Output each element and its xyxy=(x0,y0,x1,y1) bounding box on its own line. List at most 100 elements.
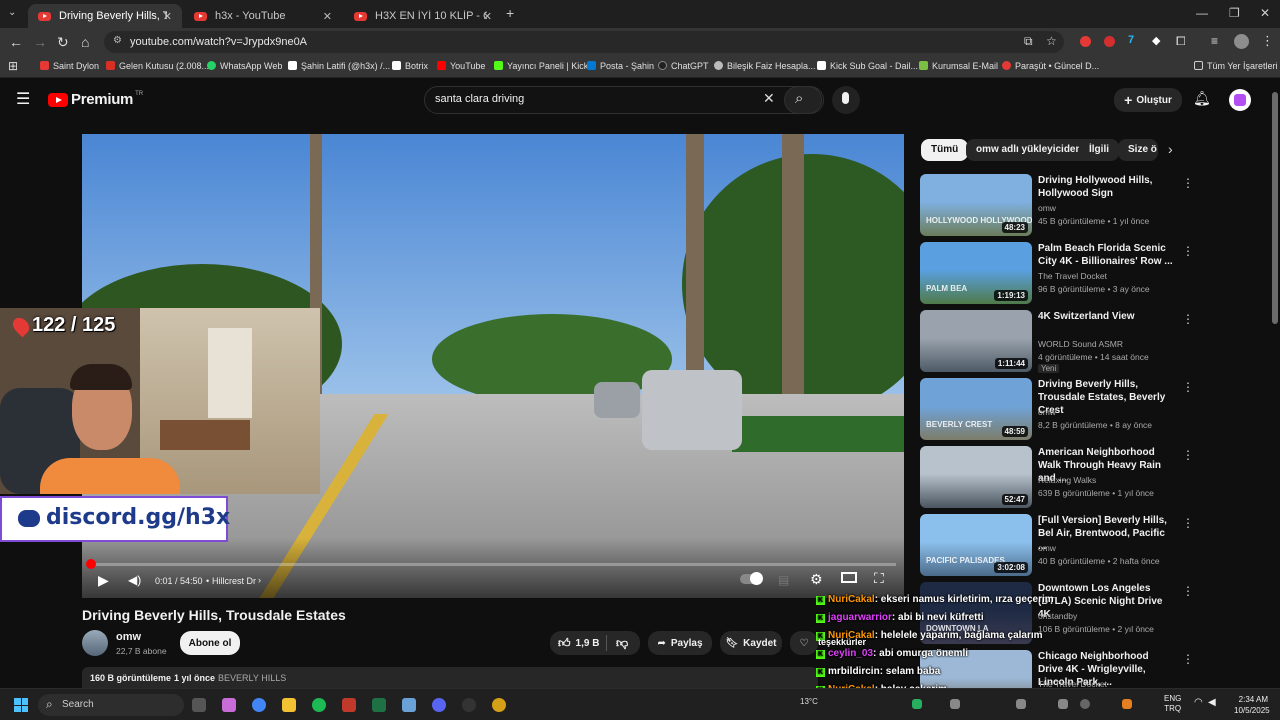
recommendation-item[interactable]: 52:47 American Neighborhood Walk Through … xyxy=(920,446,1194,510)
like-icon[interactable]: 👍︎ xyxy=(558,636,571,651)
extension-icon[interactable]: 7 xyxy=(1128,34,1134,46)
weather-text[interactable]: 13°C xyxy=(800,697,818,706)
thanks-button[interactable]: ♡ xyxy=(790,631,818,655)
bookmark-item[interactable]: YouTube xyxy=(437,61,485,71)
extension-icon[interactable] xyxy=(1104,36,1115,47)
taskbar-search-input[interactable]: ⌕ Search xyxy=(38,694,184,716)
like-count[interactable]: 1,9 B xyxy=(576,638,600,649)
more-options-icon[interactable]: ⋮ xyxy=(1182,312,1194,326)
recommendation-item[interactable]: HOLLYWOOD HOLLYWOOD SIGN48:23Driving Hol… xyxy=(920,174,1194,238)
video-thumbnail[interactable]: BEVERLY CREST 48:59 xyxy=(920,378,1032,440)
recommendation-channel[interactable]: omw xyxy=(1038,203,1056,213)
more-options-icon[interactable]: ⋮ xyxy=(1182,448,1194,462)
bookmark-item[interactable]: Botrix xyxy=(392,61,428,71)
minimize-icon[interactable]: — xyxy=(1196,6,1208,20)
recommendation-title[interactable]: 4K Switzerland View xyxy=(1038,310,1174,323)
volume-icon[interactable]: ◀︎) xyxy=(128,573,141,587)
chip-all[interactable]: Tümü xyxy=(921,139,969,161)
chip-related[interactable]: İlgili xyxy=(1079,139,1119,161)
recommendation-title[interactable]: Driving Beverly Hills, Trousdale Estates… xyxy=(1038,378,1174,417)
file-explorer-icon[interactable] xyxy=(282,698,296,712)
bookmark-item[interactable]: Şahin Latifi (@h3x) /... xyxy=(288,61,390,71)
bookmark-item[interactable]: WhatsApp Web xyxy=(207,61,282,71)
bookmark-item[interactable]: Bileşik Faiz Hesapla... xyxy=(714,61,816,71)
dislike-icon[interactable]: 👎︎ xyxy=(616,636,628,651)
speaker-icon[interactable]: ◀︎ xyxy=(1208,697,1216,708)
app-icon[interactable] xyxy=(342,698,356,712)
recommendation-title[interactable]: [Full Version] Beverly Hills, Bel Air, B… xyxy=(1038,514,1174,553)
video-thumbnail[interactable]: PALM BEA 1:19:13 xyxy=(920,242,1032,304)
autoplay-toggle[interactable] xyxy=(740,572,763,585)
more-options-icon[interactable]: ⋮ xyxy=(1182,244,1194,258)
copilot-icon[interactable] xyxy=(222,698,236,712)
recommendation-channel[interactable]: omw xyxy=(1038,543,1056,553)
recommendation-title[interactable]: Driving Hollywood Hills, Hollywood Sign xyxy=(1038,174,1174,200)
more-options-icon[interactable]: ⋮ xyxy=(1182,516,1194,530)
theater-mode-icon[interactable] xyxy=(841,572,857,583)
tray-icon[interactable] xyxy=(950,699,960,709)
subscribe-button[interactable]: Abone ol xyxy=(180,631,240,655)
recommendation-item[interactable]: PACIFIC PALISADES 3:02:08 [Full Version] B… xyxy=(920,514,1194,578)
recommendation-item[interactable]: 1:11:44 4K Switzerland View WORLD Sound AS… xyxy=(920,310,1194,374)
settings-gear-icon[interactable]: ⚙ xyxy=(810,571,823,588)
maximize-icon[interactable]: ❐ xyxy=(1229,6,1240,20)
extension-icon[interactable] xyxy=(1080,36,1091,47)
create-button[interactable]: + Oluştur xyxy=(1114,88,1182,112)
bookmark-item[interactable]: Saint Dylon xyxy=(40,61,99,71)
share-button[interactable]: ➦ Paylaş xyxy=(648,631,712,655)
chevron-right-icon[interactable]: › xyxy=(258,575,261,585)
tab-driving-beverly-hills[interactable]: Driving Beverly Hills, Trousdale ✕ xyxy=(28,4,182,28)
spotify-icon[interactable] xyxy=(312,698,326,712)
close-icon[interactable]: ✕ xyxy=(163,10,172,23)
progress-bar[interactable] xyxy=(86,559,896,569)
recommendation-channel[interactable]: The Travel Docket xyxy=(1038,271,1107,281)
forward-icon[interactable]: → xyxy=(33,34,47,50)
description-box[interactable]: 160 B görüntüleme 1 yıl önce BEVERLY HIL… xyxy=(82,667,818,688)
clock[interactable]: 2:34 AM 10/5/2025 xyxy=(1234,694,1270,716)
page-scrollbar[interactable] xyxy=(1272,92,1278,324)
hamburger-menu-icon[interactable]: ☰ xyxy=(16,89,30,109)
more-options-icon[interactable]: ⋮ xyxy=(1182,652,1194,666)
menu-icon[interactable]: ⋮ xyxy=(1261,33,1274,49)
play-icon[interactable]: ▶ xyxy=(98,572,109,589)
task-view-icon[interactable] xyxy=(192,698,206,712)
site-info-icon[interactable]: ⚙ xyxy=(113,35,122,46)
subtitles-icon[interactable]: ▤ xyxy=(778,573,789,587)
tray-icon[interactable] xyxy=(1058,699,1068,709)
extension-icon[interactable]: ◆ xyxy=(1152,34,1160,47)
back-icon[interactable]: ← xyxy=(9,34,23,50)
apps-grid-icon[interactable]: ⊞ xyxy=(8,59,18,73)
fullscreen-icon[interactable]: ⛶ xyxy=(874,570,884,587)
steam-icon[interactable] xyxy=(1080,699,1090,709)
hashtag-link[interactable]: BEVERLY HILLS xyxy=(218,673,286,683)
chip-for-you[interactable]: Size ö xyxy=(1118,139,1158,161)
bookmark-item[interactable]: ChatGPT xyxy=(658,61,709,71)
video-thumbnail[interactable]: 1:11:44 xyxy=(920,310,1032,372)
youtube-logo[interactable]: Premium TR xyxy=(48,91,143,108)
more-options-icon[interactable]: ⋮ xyxy=(1182,584,1194,598)
recommendation-channel[interactable]: onstandby xyxy=(1038,611,1077,621)
recommendation-channel[interactable]: Relaxing Walks xyxy=(1038,475,1096,485)
recommendation-channel[interactable]: omw xyxy=(1038,407,1056,417)
bookmark-item[interactable]: Yayıncı Paneli | Kick xyxy=(494,61,588,71)
recommendation-channel[interactable]: WORLD Sound ASMR xyxy=(1038,339,1123,349)
excel-icon[interactable] xyxy=(372,698,386,712)
recommendation-item[interactable]: PALM BEA 1:19:13 Palm Beach Florida Scenic… xyxy=(920,242,1194,306)
discord-icon[interactable] xyxy=(432,698,446,712)
video-thumbnail[interactable]: 52:47 xyxy=(920,446,1032,508)
video-thumbnail[interactable]: PACIFIC PALISADES 3:02:08 xyxy=(920,514,1032,576)
recommendation-title[interactable]: Palm Beach Florida Scenic City 4K - Bill… xyxy=(1038,242,1174,268)
bookmark-item[interactable]: Posta - Şahin xyxy=(587,61,654,71)
language-indicator[interactable]: ENG TRQ xyxy=(1164,694,1181,714)
channel-avatar[interactable] xyxy=(82,630,108,656)
avatar[interactable] xyxy=(1229,89,1251,111)
clear-search-icon[interactable]: ✕ xyxy=(763,90,775,107)
bookmark-item[interactable]: Kick Sub Goal - Dail... xyxy=(817,61,918,71)
tray-icon[interactable] xyxy=(1016,699,1026,709)
tab-h3x-klip[interactable]: H3X EN İYİ 10 KLİP - GTA 5 RP! ✕ xyxy=(344,4,502,28)
tab-h3x-youtube[interactable]: h3x - YouTube ✕ xyxy=(184,4,342,28)
voice-search-button[interactable] xyxy=(832,86,860,114)
chevron-right-icon[interactable]: › xyxy=(1168,141,1173,157)
app-icon[interactable] xyxy=(402,698,416,712)
more-options-icon[interactable]: ⋮ xyxy=(1182,176,1194,190)
